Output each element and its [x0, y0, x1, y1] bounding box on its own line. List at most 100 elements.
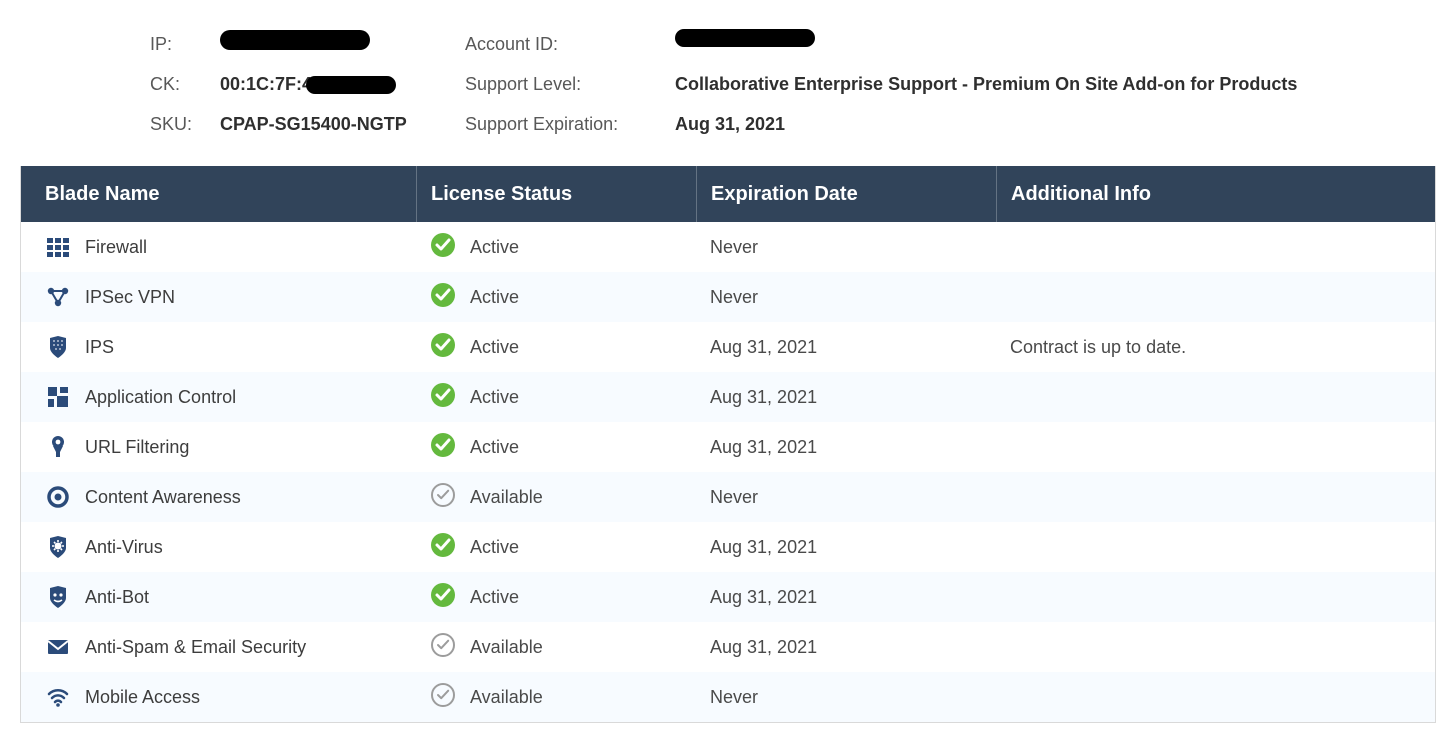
blade-cell: IPSec VPN	[21, 284, 416, 310]
blade-cell: IPS	[21, 334, 416, 360]
expiration-cell: Aug 31, 2021	[696, 637, 996, 658]
table-row[interactable]: Firewall ActiveNever	[21, 222, 1435, 272]
table-row[interactable]: Anti-Bot Active Aug 31, 2021	[21, 572, 1435, 622]
table-row[interactable]: Anti-Spam & Email Security Available Aug 3…	[21, 622, 1435, 672]
table-row[interactable]: IPSec VPNActiveNever	[21, 272, 1435, 322]
status-cell: Active	[416, 532, 696, 563]
status-cell: Active	[416, 382, 696, 413]
header-additional[interactable]: Additional Info	[996, 166, 1435, 222]
expiration-cell: Aug 31, 2021	[696, 587, 996, 608]
additional-info-cell: Contract is up to date.	[996, 337, 1435, 358]
status-active-icon	[430, 382, 456, 413]
status-text: Available	[470, 487, 543, 508]
blade-cell: Anti-Bot	[21, 584, 416, 610]
expiration-cell: Aug 31, 2021	[696, 537, 996, 558]
shield-virus-icon	[45, 534, 71, 560]
blade-cell: Firewall	[21, 234, 416, 260]
blade-name: Anti-Virus	[85, 537, 163, 558]
table-row[interactable]: Mobile Access Available Never	[21, 672, 1435, 722]
status-active-icon	[430, 282, 456, 313]
status-available-icon	[430, 632, 456, 663]
nodes-icon	[45, 284, 71, 310]
blade-name: Anti-Bot	[85, 587, 149, 608]
status-text: Active	[470, 337, 519, 358]
redaction-mark-icon	[675, 29, 815, 47]
ck-label: CK:	[150, 74, 220, 95]
blade-name: Application Control	[85, 387, 236, 408]
status-cell: Available	[416, 482, 696, 513]
redaction-mark-icon	[306, 76, 396, 94]
mail-icon	[45, 634, 71, 660]
support-level-value: Collaborative Enterprise Support - Premi…	[675, 74, 1297, 95]
status-text: Active	[470, 587, 519, 608]
table-row[interactable]: Content Awareness Available Never	[21, 472, 1435, 522]
shield-bot-icon	[45, 584, 71, 610]
status-cell: Available	[416, 682, 696, 713]
status-active-icon	[430, 582, 456, 613]
blade-cell: Application Control	[21, 384, 416, 410]
status-text: Available	[470, 637, 543, 658]
status-cell: Active	[416, 582, 696, 613]
blade-name: Firewall	[85, 237, 147, 258]
blade-cell: URL Filtering	[21, 434, 416, 460]
status-available-icon	[430, 482, 456, 513]
header-license-status[interactable]: License Status	[416, 166, 696, 222]
status-text: Active	[470, 287, 519, 308]
expiration-cell: Never	[696, 237, 996, 258]
expiration-cell: Aug 31, 2021	[696, 437, 996, 458]
status-cell: Active	[416, 232, 696, 263]
status-active-icon	[430, 432, 456, 463]
shield-grid-icon	[45, 334, 71, 360]
table-row[interactable]: Anti-Virus ActiveAug 31, 2021	[21, 522, 1435, 572]
blades-table: Blade Name License Status Expiration Dat…	[20, 166, 1436, 723]
table-row[interactable]: Application Control Active Aug 31, 2021	[21, 372, 1435, 422]
blade-name: Anti-Spam & Email Security	[85, 637, 306, 658]
expiration-cell: Aug 31, 2021	[696, 387, 996, 408]
blade-cell: Anti-Spam & Email Security	[21, 634, 416, 660]
table-row[interactable]: IPS Active Aug 31, 2021Contract is up to d…	[21, 322, 1435, 372]
info-row-sku: SKU: CPAP-SG15400-NGTP Support Expiratio…	[150, 104, 1456, 144]
status-text: Available	[470, 687, 543, 708]
status-text: Active	[470, 437, 519, 458]
status-active-icon	[430, 232, 456, 263]
sku-value: CPAP-SG15400-NGTP	[220, 114, 465, 135]
header-blade-name[interactable]: Blade Name	[21, 166, 416, 222]
support-expiration-value: Aug 31, 2021	[675, 114, 785, 135]
status-cell: Available	[416, 632, 696, 663]
table-row[interactable]: URL Filtering Active Aug 31, 2021	[21, 422, 1435, 472]
table-header-row: Blade Name License Status Expiration Dat…	[21, 166, 1435, 222]
ip-label: IP:	[150, 34, 220, 55]
grid-icon	[45, 234, 71, 260]
status-available-icon	[430, 682, 456, 713]
blade-name: Mobile Access	[85, 687, 200, 708]
status-cell: Active	[416, 332, 696, 363]
header-expiration[interactable]: Expiration Date	[696, 166, 996, 222]
expiration-cell: Never	[696, 487, 996, 508]
expiration-cell: Never	[696, 687, 996, 708]
support-level-label: Support Level:	[465, 74, 675, 95]
ip-value	[220, 34, 465, 55]
blade-name: URL Filtering	[85, 437, 189, 458]
status-active-icon	[430, 332, 456, 363]
ck-value: 00:1C:7F:4	[220, 74, 465, 95]
status-text: Active	[470, 387, 519, 408]
support-expiration-label: Support Expiration:	[465, 114, 675, 135]
redaction-mark-icon	[220, 30, 370, 50]
blade-name: IPS	[85, 337, 114, 358]
account-id-label: Account ID:	[465, 34, 675, 55]
info-row-ck: CK: 00:1C:7F:4 Support Level: Collaborat…	[150, 64, 1456, 104]
wifi-icon	[45, 684, 71, 710]
squares-icon	[45, 384, 71, 410]
funnel-icon	[45, 434, 71, 460]
blade-cell: Mobile Access	[21, 684, 416, 710]
sku-label: SKU:	[150, 114, 220, 135]
blade-cell: Anti-Virus	[21, 534, 416, 560]
status-active-icon	[430, 532, 456, 563]
blade-cell: Content Awareness	[21, 484, 416, 510]
status-cell: Active	[416, 432, 696, 463]
expiration-cell: Aug 31, 2021	[696, 337, 996, 358]
blade-name: IPSec VPN	[85, 287, 175, 308]
target-icon	[45, 484, 71, 510]
device-info-panel: IP: Account ID: CK: 00:1C:7F:4 Support L…	[0, 0, 1456, 166]
account-id-value	[675, 34, 815, 55]
